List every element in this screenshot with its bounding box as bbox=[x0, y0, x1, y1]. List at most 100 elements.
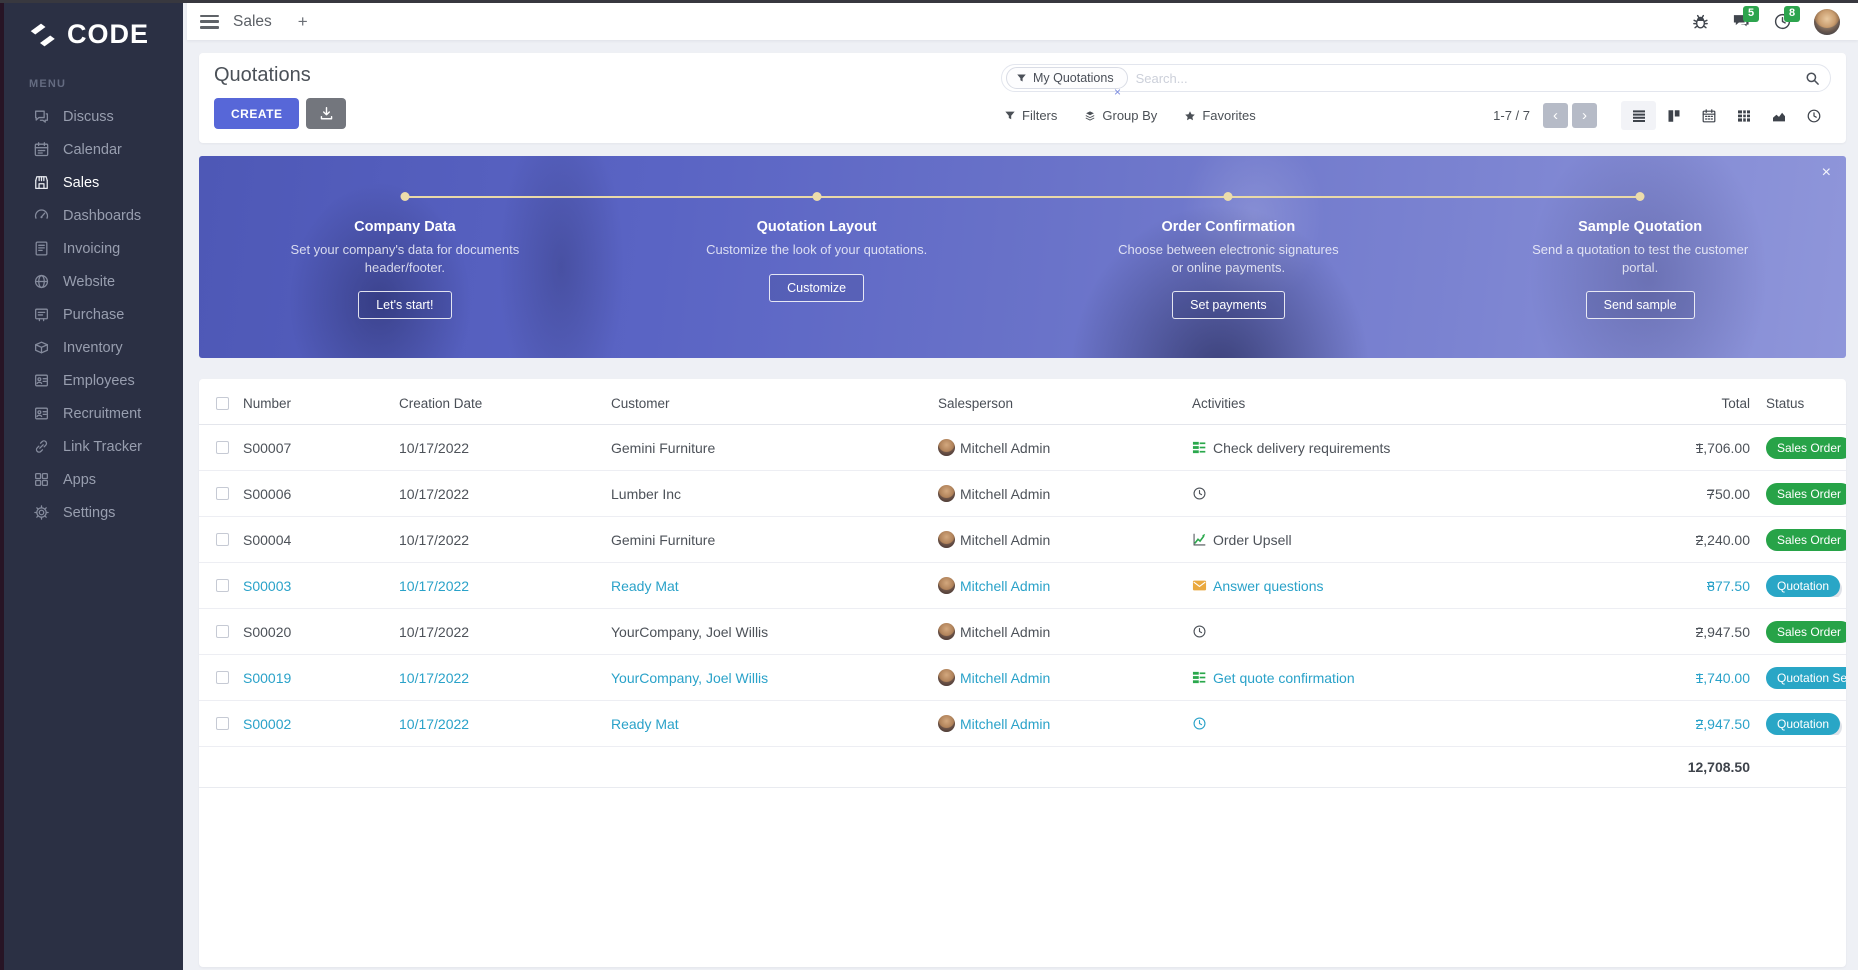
panel-buttons: CREATE bbox=[214, 98, 346, 129]
cell-activities[interactable]: Check delivery requirements bbox=[1192, 440, 1570, 456]
salesperson-avatar bbox=[938, 531, 955, 548]
filters-button[interactable]: Filters bbox=[1004, 108, 1057, 123]
step-title: Company Data bbox=[269, 219, 541, 235]
step-action-button[interactable]: Let's start! bbox=[358, 291, 451, 319]
calendar-view-icon bbox=[1701, 108, 1717, 124]
messages-icon[interactable]: 5 bbox=[1732, 12, 1751, 31]
download-icon bbox=[319, 106, 334, 121]
activity-label: Get quote confirmation bbox=[1213, 670, 1355, 686]
cell-creation-date: 10/17/2022 bbox=[399, 532, 611, 548]
onboarding-steps: Company DataSet your company's data for … bbox=[199, 156, 1846, 358]
group-by-button[interactable]: Group By bbox=[1084, 108, 1157, 123]
cell-activities[interactable]: Order Upsell bbox=[1192, 532, 1570, 548]
step-action-button[interactable]: Send sample bbox=[1586, 291, 1695, 319]
onboarding-banner: Company DataSet your company's data for … bbox=[199, 156, 1846, 358]
calendar-view-button[interactable] bbox=[1691, 101, 1726, 130]
search-icon[interactable] bbox=[1805, 71, 1820, 86]
cell-salesperson: Mitchell Admin bbox=[938, 577, 1192, 594]
table-row[interactable]: S0001910/17/2022YourCompany, Joel Willis… bbox=[199, 655, 1846, 701]
hamburger-icon[interactable] bbox=[200, 15, 219, 29]
salesperson-avatar bbox=[938, 669, 955, 686]
cell-activities[interactable] bbox=[1192, 486, 1570, 501]
bug-icon[interactable] bbox=[1691, 12, 1710, 31]
column-header-salesperson[interactable]: Salesperson bbox=[938, 396, 1192, 411]
favorites-button[interactable]: Favorites bbox=[1184, 108, 1255, 123]
chart-line-icon bbox=[1192, 532, 1207, 547]
cell-customer: Gemini Furniture bbox=[611, 440, 938, 456]
table-row[interactable]: S0000710/17/2022Gemini FurnitureMitchell… bbox=[199, 425, 1846, 471]
active-app-title[interactable]: Sales bbox=[233, 13, 272, 31]
sidebar-item-settings[interactable]: Settings bbox=[4, 496, 183, 529]
row-checkbox[interactable] bbox=[216, 625, 229, 638]
sidebar-item-sales[interactable]: Sales bbox=[4, 166, 183, 199]
logo-icon bbox=[28, 23, 58, 47]
row-checkbox[interactable] bbox=[216, 533, 229, 546]
table-row[interactable]: S0000610/17/2022Lumber IncMitchell Admin… bbox=[199, 471, 1846, 517]
facet-remove-icon[interactable]: × bbox=[1114, 86, 1121, 98]
app-logo[interactable]: CODE bbox=[4, 3, 183, 64]
activity-view-button[interactable] bbox=[1796, 101, 1831, 130]
column-header-number[interactable]: Number bbox=[243, 396, 399, 411]
sidebar-item-inventory[interactable]: Inventory bbox=[4, 331, 183, 364]
sidebar-item-discuss[interactable]: Discuss bbox=[4, 100, 183, 133]
cell-status: Sales Order bbox=[1750, 529, 1846, 551]
row-checkbox[interactable] bbox=[216, 579, 229, 592]
sidebar-item-invoicing[interactable]: Invoicing bbox=[4, 232, 183, 265]
graph-view-button[interactable] bbox=[1761, 101, 1796, 130]
activities-icon[interactable]: 8 bbox=[1773, 12, 1792, 31]
new-tab-button[interactable]: + bbox=[298, 12, 308, 32]
pivot-view-button[interactable] bbox=[1726, 101, 1761, 130]
sidebar-item-employees[interactable]: Employees bbox=[4, 364, 183, 397]
tasks-icon bbox=[1192, 670, 1207, 685]
cell-activities[interactable]: Get quote confirmation bbox=[1192, 670, 1570, 686]
salesperson-name: Mitchell Admin bbox=[960, 624, 1050, 640]
cell-activities[interactable]: Answer questions bbox=[1192, 578, 1570, 594]
salesperson-name: Mitchell Admin bbox=[960, 578, 1050, 594]
table-row[interactable]: S0002010/17/2022YourCompany, Joel Willis… bbox=[199, 609, 1846, 655]
table-row[interactable]: S0000410/17/2022Gemini FurnitureMitchell… bbox=[199, 517, 1846, 563]
sidebar-item-purchase[interactable]: Purchase bbox=[4, 298, 183, 331]
list-view-button[interactable] bbox=[1621, 101, 1656, 130]
activity-label: Answer questions bbox=[1213, 578, 1324, 594]
row-checkbox[interactable] bbox=[216, 671, 229, 684]
sidebar-item-recruitment[interactable]: Recruitment bbox=[4, 397, 183, 430]
column-header-activities[interactable]: Activities bbox=[1192, 396, 1570, 411]
cell-activities[interactable] bbox=[1192, 624, 1570, 639]
step-action-button[interactable]: Customize bbox=[769, 274, 864, 302]
pager-range: 1-7 / 7 bbox=[1493, 108, 1530, 123]
cell-total: 2,240.00 bbox=[1570, 532, 1750, 548]
table-body: S0000710/17/2022Gemini FurnitureMitchell… bbox=[199, 425, 1846, 747]
sidebar-item-calendar[interactable]: Calendar bbox=[4, 133, 183, 166]
row-checkbox[interactable] bbox=[216, 441, 229, 454]
select-all-checkbox[interactable] bbox=[216, 397, 229, 410]
pager-prev-button[interactable]: ‹ bbox=[1543, 103, 1568, 128]
search-facet[interactable]: My Quotations bbox=[1006, 67, 1128, 89]
column-header-status[interactable]: Status bbox=[1750, 396, 1846, 411]
sidebar-item-apps[interactable]: Apps bbox=[4, 463, 183, 496]
step-title: Quotation Layout bbox=[681, 219, 953, 235]
footer-total: 12,708.50 bbox=[1570, 759, 1750, 775]
systray: 5 8 bbox=[1691, 9, 1840, 35]
cell-salesperson: Mitchell Admin bbox=[938, 485, 1192, 502]
row-checkbox[interactable] bbox=[216, 717, 229, 730]
step-action-button[interactable]: Set payments bbox=[1172, 291, 1284, 319]
sidebar-item-link-tracker[interactable]: Link Tracker bbox=[4, 430, 183, 463]
cell-activities[interactable] bbox=[1192, 716, 1570, 731]
row-checkbox[interactable] bbox=[216, 487, 229, 500]
sidebar-item-website[interactable]: Website bbox=[4, 265, 183, 298]
create-button[interactable]: CREATE bbox=[214, 98, 299, 129]
export-button[interactable] bbox=[306, 98, 346, 129]
column-header-creation-date[interactable]: Creation Date bbox=[399, 396, 611, 411]
sidebar-item-dashboards[interactable]: Dashboards bbox=[4, 199, 183, 232]
kanban-view-button[interactable] bbox=[1656, 101, 1691, 130]
table-row[interactable]: S0000210/17/2022Ready MatMitchell Admin2… bbox=[199, 701, 1846, 747]
status-badge: Quotation bbox=[1766, 713, 1840, 735]
column-header-customer[interactable]: Customer bbox=[611, 396, 938, 411]
column-header-total[interactable]: Total bbox=[1570, 396, 1750, 411]
table-row[interactable]: S0000310/17/2022Ready MatMitchell AdminA… bbox=[199, 563, 1846, 609]
search-input[interactable] bbox=[1128, 71, 1805, 86]
user-avatar[interactable] bbox=[1814, 9, 1840, 35]
banner-close-icon[interactable]: × bbox=[1822, 165, 1831, 181]
pager-next-button[interactable]: › bbox=[1572, 103, 1597, 128]
sidebar-item-label: Dashboards bbox=[63, 208, 141, 224]
